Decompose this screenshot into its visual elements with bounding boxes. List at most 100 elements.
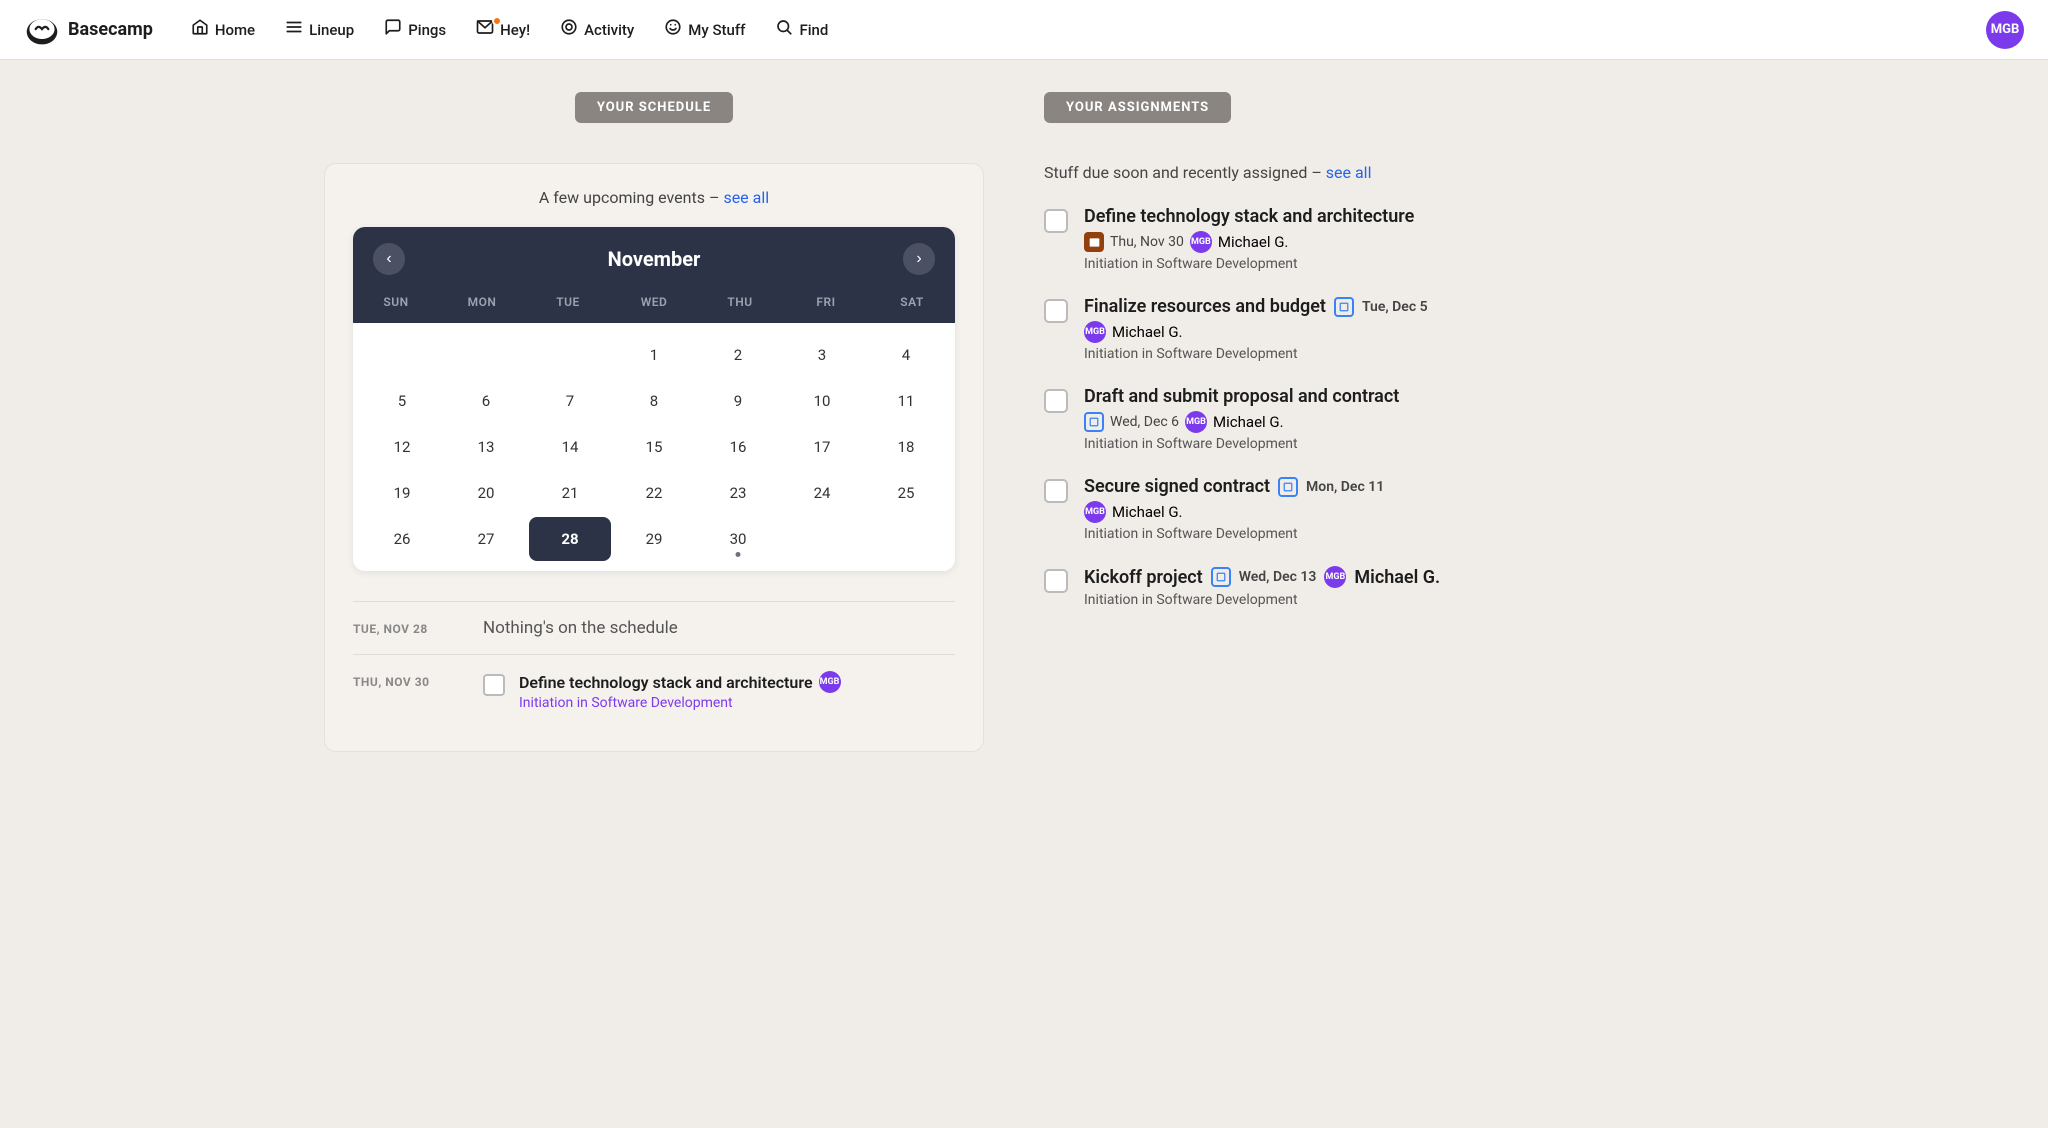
calendar-day-empty [865, 517, 947, 561]
calendar-day-15[interactable]: 15 [613, 425, 695, 469]
schedule-header: YOUR SCHEDULE [575, 92, 733, 123]
nav-item-home[interactable]: Home [177, 10, 269, 49]
day-mon: MON [439, 291, 525, 313]
todo-icon-5 [1211, 567, 1231, 587]
navbar: Basecamp Home Lineup Pings [0, 0, 2048, 60]
calendar-days-header: SUN MON TUE WED THU FRI SAT [353, 291, 955, 323]
lineup-icon [285, 18, 303, 41]
calendar-day-27[interactable]: 27 [445, 517, 527, 561]
calendar-day-7[interactable]: 7 [529, 379, 611, 423]
assignment-item-1: Define technology stack and architecture… [1044, 206, 1724, 272]
calendar-day-6[interactable]: 6 [445, 379, 527, 423]
assign-project-1: Initiation in Software Development [1084, 256, 1724, 272]
assign-checkbox-2[interactable] [1044, 299, 1068, 323]
schedule-card: A few upcoming events – see all ‹ Novemb… [324, 163, 984, 752]
calendar-grid: SUN MON TUE WED THU FRI SAT 123456789101… [353, 291, 955, 571]
assign-meta-1: Thu, Nov 30 MGB Michael G. [1084, 231, 1724, 253]
day-fri: FRI [783, 291, 869, 313]
todo-icon-3 [1084, 412, 1104, 432]
assign-project-4: Initiation in Software Development [1084, 526, 1724, 542]
assign-avatar-5: MGB [1324, 566, 1346, 588]
schedule-panel: YOUR SCHEDULE A few upcoming events – se… [324, 92, 1024, 752]
assign-checkbox-5[interactable] [1044, 569, 1068, 593]
calendar-day-21[interactable]: 21 [529, 471, 611, 515]
nav-item-find[interactable]: Find [761, 10, 842, 49]
calendar-day-13[interactable]: 13 [445, 425, 527, 469]
todo-icon-1 [1084, 232, 1104, 252]
calendar-day-1[interactable]: 1 [613, 333, 695, 377]
calendar-day-8[interactable]: 8 [613, 379, 695, 423]
schedule-row-nov30: THU, NOV 30 Define technology stack and … [353, 654, 955, 727]
event-checkbox-1[interactable] [483, 674, 505, 696]
calendar-day-2[interactable]: 2 [697, 333, 779, 377]
due-date-5: Wed, Dec 13 [1239, 569, 1317, 585]
assign-title-5: Kickoff project Wed, Dec 13 MGB Michael … [1084, 566, 1724, 588]
calendar: ‹ November › SUN MON TUE WED THU FRI SAT [353, 227, 955, 571]
calendar-day-17[interactable]: 17 [781, 425, 863, 469]
day-sun: SUN [353, 291, 439, 313]
user-avatar[interactable]: MGB [1986, 11, 2024, 49]
calendar-day-29[interactable]: 29 [613, 517, 695, 561]
event-title-1: Define technology stack and architecture… [519, 671, 955, 693]
nav-item-activity[interactable]: Activity [546, 10, 648, 49]
nav-item-hey[interactable]: Hey! [462, 10, 544, 49]
day-thu: THU [697, 291, 783, 313]
nav-item-mystuff[interactable]: My Stuff [650, 10, 759, 49]
day-tue: TUE [525, 291, 611, 313]
activity-icon [560, 18, 578, 41]
calendar-day-25[interactable]: 25 [865, 471, 947, 515]
assignment-item-5: Kickoff project Wed, Dec 13 MGB Michael … [1044, 566, 1724, 608]
nav-item-pings[interactable]: Pings [370, 10, 460, 49]
calendar-day-11[interactable]: 11 [865, 379, 947, 423]
calendar-day-20[interactable]: 20 [445, 471, 527, 515]
calendar-prev-button[interactable]: ‹ [373, 243, 405, 275]
calendar-day-5[interactable]: 5 [361, 379, 443, 423]
day-wed: WED [611, 291, 697, 313]
calendar-day-12[interactable]: 12 [361, 425, 443, 469]
calendar-day-26[interactable]: 26 [361, 517, 443, 561]
calendar-day-23[interactable]: 23 [697, 471, 779, 515]
calendar-day-28[interactable]: 28 [529, 517, 611, 561]
calendar-day-4[interactable]: 4 [865, 333, 947, 377]
assign-avatar-1: MGB [1190, 231, 1212, 253]
calendar-day-18[interactable]: 18 [865, 425, 947, 469]
assign-avatar-4: MGB [1084, 501, 1106, 523]
todo-icon-4 [1278, 477, 1298, 497]
schedule-see-all-link[interactable]: see all [723, 188, 769, 207]
assign-checkbox-1[interactable] [1044, 209, 1068, 233]
schedule-subtitle: A few upcoming events – see all [353, 188, 955, 207]
schedule-row-nov28: TUE, NOV 28 Nothing's on the schedule [353, 601, 955, 654]
assignments-see-all-link[interactable]: see all [1326, 163, 1372, 182]
nav-item-lineup[interactable]: Lineup [271, 10, 368, 49]
calendar-day-30[interactable]: 30 [697, 517, 779, 561]
calendar-day-3[interactable]: 3 [781, 333, 863, 377]
assign-meta-3: Wed, Dec 6 MGB Michael G. [1084, 411, 1724, 433]
assign-avatar-2: MGB [1084, 321, 1106, 343]
calendar-day-empty [529, 333, 611, 377]
assignment-item-3: Draft and submit proposal and contract W… [1044, 386, 1724, 452]
calendar-event-dot-30 [736, 552, 741, 557]
calendar-header: ‹ November › [353, 227, 955, 291]
event-avatar-1: MGB [819, 671, 841, 693]
calendar-day-16[interactable]: 16 [697, 425, 779, 469]
calendar-day-24[interactable]: 24 [781, 471, 863, 515]
assign-checkbox-4[interactable] [1044, 479, 1068, 503]
day-sat: SAT [869, 291, 955, 313]
logo[interactable]: Basecamp [24, 12, 153, 48]
calendar-day-22[interactable]: 22 [613, 471, 695, 515]
assign-meta-4: MGB Michael G. [1084, 501, 1724, 523]
assign-title-1: Define technology stack and architecture [1084, 206, 1724, 227]
calendar-day-14[interactable]: 14 [529, 425, 611, 469]
calendar-day-10[interactable]: 10 [781, 379, 863, 423]
calendar-day-19[interactable]: 19 [361, 471, 443, 515]
main-content: YOUR SCHEDULE A few upcoming events – se… [284, 60, 1764, 784]
due-date-2: Tue, Dec 5 [1362, 299, 1428, 315]
calendar-day-9[interactable]: 9 [697, 379, 779, 423]
schedule-date-nov30: THU, NOV 30 [353, 671, 453, 711]
assign-meta-2: MGB Michael G. [1084, 321, 1724, 343]
assignment-item-4: Secure signed contract Mon, Dec 11 MGB M… [1044, 476, 1724, 542]
calendar-next-button[interactable]: › [903, 243, 935, 275]
assign-checkbox-3[interactable] [1044, 389, 1068, 413]
calendar-month-title: November [608, 247, 701, 271]
todo-icon-2 [1334, 297, 1354, 317]
